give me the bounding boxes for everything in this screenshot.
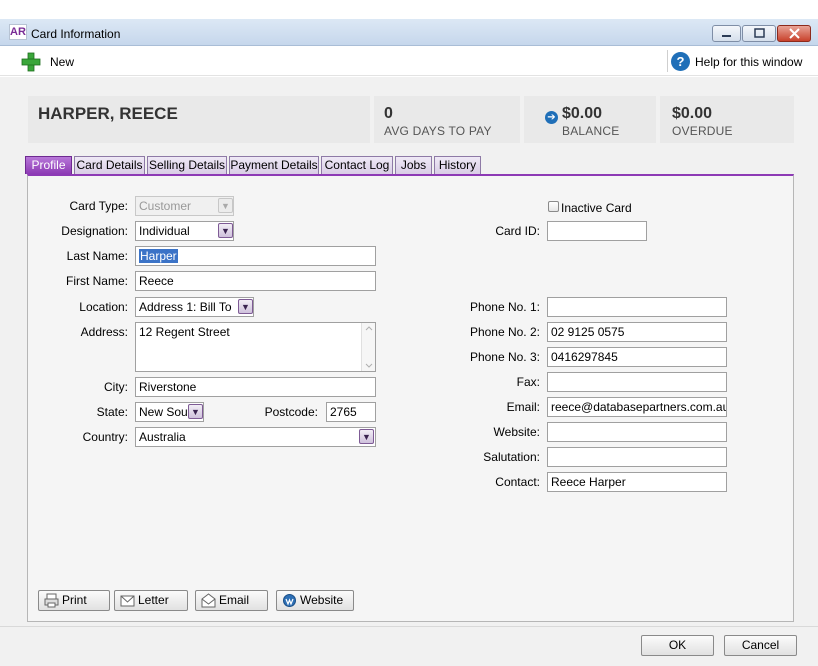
- website-input[interactable]: [547, 422, 727, 442]
- city-label: City:: [104, 380, 128, 394]
- contact-label: Contact:: [495, 475, 540, 489]
- card-type-value: Customer: [139, 199, 192, 213]
- help-icon[interactable]: ?: [671, 52, 690, 71]
- phone2-label: Phone No. 2:: [469, 325, 540, 339]
- last-name-label: Last Name:: [66, 249, 128, 263]
- print-label: Print: [62, 593, 87, 607]
- phone2-input[interactable]: 02 9125 0575: [547, 322, 727, 342]
- close-icon: [789, 28, 800, 39]
- location-select[interactable]: Address 1: Bill To: [135, 297, 254, 317]
- tab-jobs[interactable]: Jobs: [395, 156, 432, 174]
- tab-contact-log[interactable]: Contact Log: [321, 156, 393, 174]
- address-scrollbar[interactable]: [361, 323, 375, 371]
- country-value: Australia: [139, 430, 186, 444]
- email-label: Email:: [506, 400, 540, 414]
- inactive-card-checkbox[interactable]: [548, 201, 559, 212]
- cancel-button[interactable]: Cancel: [724, 635, 797, 656]
- designation-label: Designation:: [61, 224, 128, 238]
- maximize-icon: [754, 28, 765, 38]
- first-name-input[interactable]: Reece: [135, 271, 376, 291]
- country-dropdown-icon[interactable]: ▼: [359, 429, 374, 444]
- minimize-button[interactable]: [712, 25, 741, 42]
- email-label-text: Email: [219, 593, 250, 607]
- tab-selling-details[interactable]: Selling Details: [147, 156, 227, 174]
- globe-icon: [282, 593, 297, 608]
- app-logo-icon: AR: [9, 24, 27, 40]
- tab-profile[interactable]: Profile: [25, 156, 72, 174]
- print-button[interactable]: Print: [38, 590, 110, 611]
- overdue-label: OVERDUE: [672, 124, 733, 138]
- ok-button[interactable]: OK: [641, 635, 714, 656]
- arrow-right-icon[interactable]: ➔: [545, 111, 558, 124]
- location-dropdown-icon[interactable]: ▼: [238, 299, 253, 314]
- tab-payment-details[interactable]: Payment Details: [229, 156, 319, 174]
- address-label: Address:: [80, 325, 128, 339]
- address-input[interactable]: 12 Regent Street: [135, 322, 376, 372]
- letter-icon: [120, 593, 135, 608]
- balance-value: $0.00: [562, 105, 603, 122]
- country-select[interactable]: Australia: [135, 427, 376, 447]
- window-title: Card Information: [31, 27, 121, 41]
- designation-value: Individual: [139, 224, 190, 238]
- email-button[interactable]: Email: [195, 590, 268, 611]
- overdue-value: $0.00: [672, 105, 713, 122]
- close-button[interactable]: [777, 25, 811, 42]
- salutation-input[interactable]: [547, 447, 727, 467]
- phone3-label: Phone No. 3:: [469, 350, 540, 364]
- postcode-label: Postcode:: [264, 405, 318, 419]
- phone3-input[interactable]: 0416297845: [547, 347, 727, 367]
- new-icon[interactable]: [21, 52, 41, 72]
- designation-dropdown-icon[interactable]: ▼: [218, 223, 233, 238]
- last-name-input[interactable]: Harper: [135, 246, 376, 266]
- email-icon: [201, 593, 216, 608]
- tab-history[interactable]: History: [434, 156, 481, 174]
- card-name: HARPER, REECE: [38, 104, 178, 123]
- first-name-label: First Name:: [65, 274, 128, 288]
- card-id-input[interactable]: [547, 221, 647, 241]
- fax-input[interactable]: [547, 372, 727, 392]
- letter-label: Letter: [138, 593, 169, 607]
- balance-label: BALANCE: [562, 124, 620, 138]
- last-name-value: Harper: [139, 249, 178, 263]
- city-input[interactable]: Riverstone: [135, 377, 376, 397]
- card-type-label: Card Type:: [69, 199, 128, 213]
- salutation-label: Salutation:: [483, 450, 540, 464]
- card-id-label: Card ID:: [495, 224, 540, 238]
- card-type-dropdown-icon: ▼: [218, 198, 233, 213]
- letter-button[interactable]: Letter: [114, 590, 188, 611]
- email-input[interactable]: reece@databasepartners.com.au: [547, 397, 727, 417]
- title-bar: [0, 19, 818, 46]
- footer-divider: [0, 626, 818, 627]
- location-value: Address 1: Bill To: [139, 300, 232, 314]
- contact-input[interactable]: Reece Harper: [547, 472, 727, 492]
- location-label: Location:: [79, 300, 128, 314]
- phone1-label: Phone No. 1:: [469, 300, 540, 314]
- avg-days-label: AVG DAYS TO PAY: [384, 124, 492, 138]
- inactive-card-label[interactable]: Inactive Card: [561, 201, 632, 215]
- tab-card-details[interactable]: Card Details: [74, 156, 145, 174]
- website-button[interactable]: Website: [276, 590, 354, 611]
- website-label: Website:: [493, 425, 540, 439]
- country-label: Country:: [82, 430, 128, 444]
- minimize-icon: [722, 35, 731, 37]
- scroll-arrows-icon: [365, 326, 373, 368]
- fax-label: Fax:: [516, 375, 540, 389]
- maximize-button[interactable]: [742, 25, 776, 42]
- printer-icon: [44, 593, 59, 608]
- toolbar-divider: [667, 50, 668, 72]
- postcode-input[interactable]: 2765: [326, 402, 376, 422]
- avg-days-value: 0: [384, 105, 393, 122]
- phone1-input[interactable]: [547, 297, 727, 317]
- help-button[interactable]: Help for this window: [695, 55, 802, 69]
- state-dropdown-icon[interactable]: ▼: [188, 404, 203, 419]
- state-label: State:: [96, 405, 128, 419]
- website-label-text: Website: [300, 593, 344, 607]
- new-button[interactable]: New: [50, 55, 74, 69]
